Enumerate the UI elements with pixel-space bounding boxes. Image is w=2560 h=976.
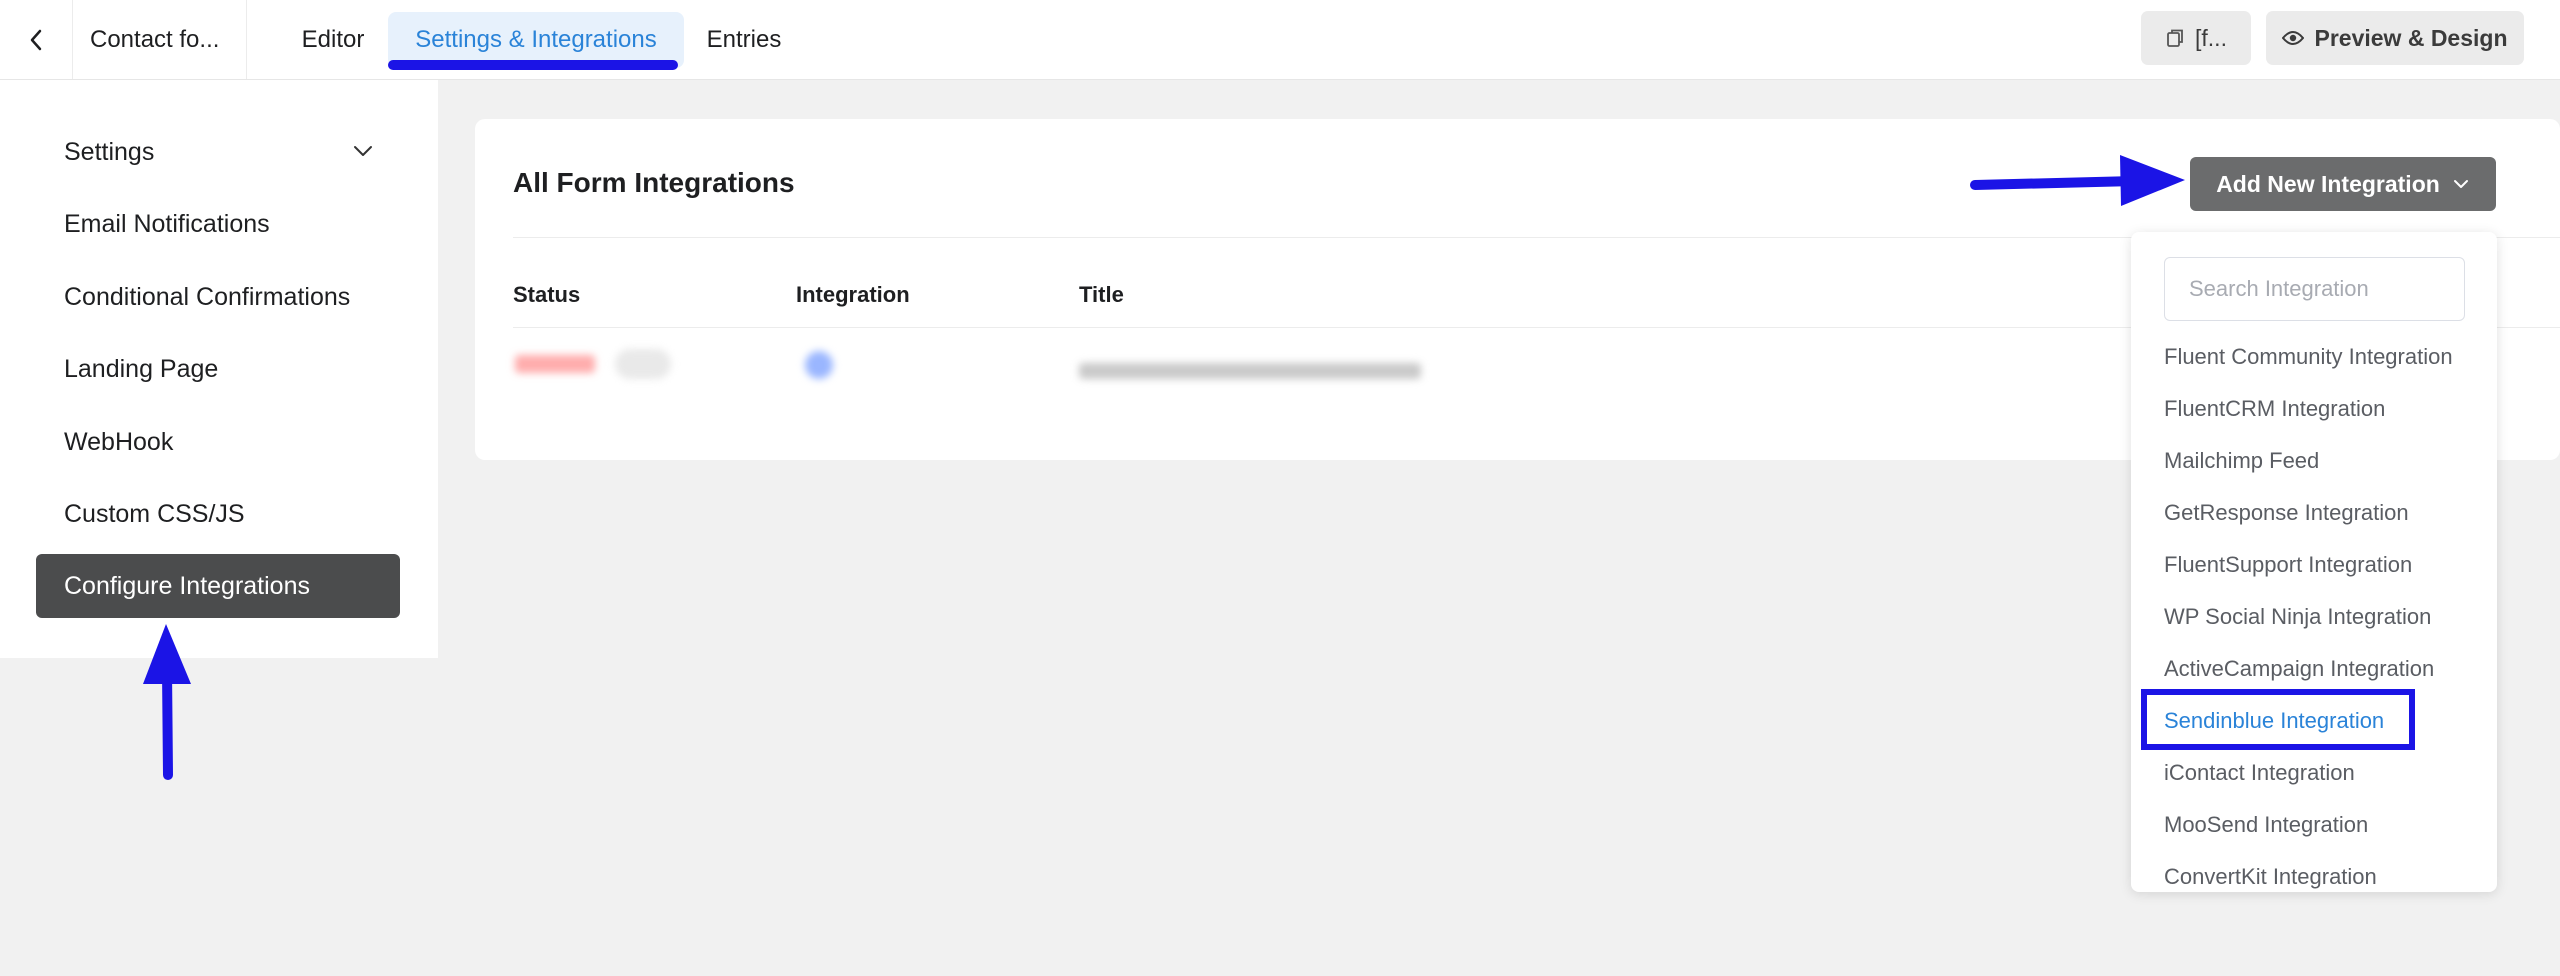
column-header-status: Status bbox=[513, 282, 581, 307]
integration-option[interactable]: WP Social Ninja Integration bbox=[2164, 604, 2474, 630]
sidebar-item-email-notifications[interactable]: Email Notifications bbox=[36, 192, 400, 256]
add-new-integration-button[interactable]: Add New Integration bbox=[2190, 157, 2496, 211]
integration-option[interactable]: ActiveCampaign Integration bbox=[2164, 656, 2474, 682]
shortcode-button[interactable]: [f... bbox=[2141, 11, 2251, 65]
sidebar-item-label: Configure Integrations bbox=[64, 571, 310, 600]
integration-option[interactable]: Mailchimp Feed bbox=[2164, 448, 2474, 474]
tab-entries[interactable]: Entries bbox=[688, 12, 800, 68]
chevron-down-icon bbox=[2453, 180, 2468, 188]
column-header-title: Title bbox=[1079, 282, 1124, 307]
shortcode-label: [f... bbox=[2195, 24, 2227, 51]
copy-icon bbox=[2167, 29, 2183, 47]
sidebar-item-label: Custom CSS/JS bbox=[64, 499, 245, 528]
annotation-highlight-box bbox=[2141, 689, 2415, 750]
sidebar-item-configure-integrations[interactable]: Configure Integrations bbox=[36, 554, 400, 618]
page-title: All Form Integrations bbox=[513, 167, 795, 198]
status-badge bbox=[515, 355, 595, 373]
toggle-switch[interactable] bbox=[615, 349, 671, 379]
sidebar-item-label: Landing Page bbox=[64, 354, 219, 383]
preview-design-button[interactable]: Preview & Design bbox=[2266, 11, 2524, 65]
sidebar-item-webhook[interactable]: WebHook bbox=[36, 410, 400, 474]
annotation-underline bbox=[388, 60, 678, 70]
settings-sidebar: Settings Email Notifications Conditional… bbox=[0, 80, 438, 658]
sidebar-item-label: Conditional Confirmations bbox=[64, 282, 351, 311]
integration-option[interactable]: ConvertKit Integration bbox=[2164, 864, 2474, 890]
integration-option[interactable]: GetResponse Integration bbox=[2164, 500, 2474, 526]
integration-option[interactable]: MooSend Integration bbox=[2164, 812, 2474, 838]
form-name[interactable]: Contact fo... bbox=[74, 0, 247, 79]
integration-option[interactable]: FluentSupport Integration bbox=[2164, 552, 2474, 578]
preview-design-label: Preview & Design bbox=[2314, 24, 2508, 51]
sidebar-item-settings[interactable]: Settings bbox=[36, 120, 400, 184]
integration-option[interactable]: Fluent Community Integration bbox=[2164, 344, 2474, 370]
eye-icon bbox=[2282, 31, 2305, 45]
tab-editor[interactable]: Editor bbox=[282, 12, 384, 68]
sidebar-item-conditional-confirmations[interactable]: Conditional Confirmations bbox=[36, 265, 400, 329]
column-header-integration: Integration bbox=[796, 282, 910, 307]
integration-option[interactable]: iContact Integration bbox=[2164, 760, 2474, 786]
integration-logo bbox=[805, 351, 833, 379]
chevron-left-icon bbox=[30, 29, 42, 50]
sidebar-item-label: Email Notifications bbox=[64, 209, 270, 238]
sidebar-item-label: Settings bbox=[64, 137, 155, 166]
integration-dropdown: Fluent Community Integration FluentCRM I… bbox=[2131, 232, 2497, 892]
add-new-integration-label: Add New Integration bbox=[2216, 170, 2440, 197]
chevron-down-icon bbox=[354, 146, 372, 156]
integration-option[interactable]: FluentCRM Integration bbox=[2164, 396, 2474, 422]
search-integration-input[interactable] bbox=[2164, 257, 2465, 321]
sidebar-item-custom-css-js[interactable]: Custom CSS/JS bbox=[36, 482, 400, 546]
sidebar-item-label: WebHook bbox=[64, 427, 174, 456]
top-bar: Contact fo... Editor Settings & Integrat… bbox=[0, 0, 2560, 80]
back-button[interactable] bbox=[0, 0, 73, 79]
row-title bbox=[1079, 363, 1421, 379]
sidebar-item-landing-page[interactable]: Landing Page bbox=[36, 337, 400, 401]
